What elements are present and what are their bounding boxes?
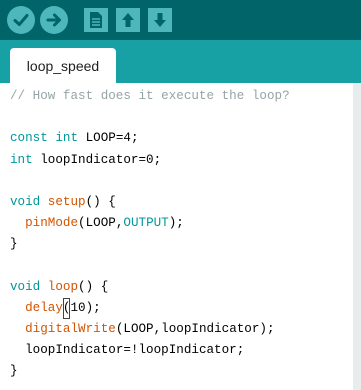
arrow-down-icon bbox=[154, 13, 166, 27]
save-button[interactable] bbox=[148, 8, 172, 32]
open-button[interactable] bbox=[116, 8, 140, 32]
code-text: () { bbox=[85, 194, 116, 209]
code-line-10: void loop() { bbox=[0, 277, 353, 298]
checkmark-icon bbox=[13, 14, 29, 26]
keyword-const: const bbox=[10, 131, 48, 146]
new-file-icon bbox=[90, 12, 102, 28]
arrow-right-icon bbox=[46, 13, 61, 27]
code-text: ); bbox=[168, 216, 184, 231]
keyword-void: void bbox=[10, 279, 41, 294]
code-text: LOOP=4; bbox=[78, 131, 139, 146]
function-loop: loop bbox=[47, 279, 79, 294]
keyword-int: int bbox=[55, 131, 79, 146]
upload-button[interactable] bbox=[40, 6, 68, 34]
function-setup: setup bbox=[47, 194, 86, 209]
code-text: loopIndicator=!loopIndicator; bbox=[25, 343, 245, 358]
code-line-6: void setup() { bbox=[0, 192, 353, 213]
code-text: (LOOP,loopIndicator); bbox=[115, 322, 275, 337]
code-line-12: digitalWrite(LOOP,loopIndicator); bbox=[0, 319, 353, 340]
code-line-14: } bbox=[10, 364, 18, 379]
function-digitalwrite: digitalWrite bbox=[25, 322, 116, 337]
tab-loop-speed[interactable]: loop_speed bbox=[10, 48, 116, 83]
code-line-3: const int LOOP=4; bbox=[0, 128, 353, 149]
constant-output: OUTPUT bbox=[123, 216, 169, 231]
code-text: 10 bbox=[70, 300, 86, 315]
function-delay: delay bbox=[25, 300, 63, 315]
code-line-7: pinMode(LOOP,OUTPUT); bbox=[0, 213, 353, 234]
code-line-13: loopIndicator=!loopIndicator; bbox=[0, 340, 353, 361]
code-editor[interactable]: // How fast does it execute the loop? co… bbox=[0, 83, 353, 390]
tab-bar: loop_speed bbox=[0, 40, 361, 83]
code-text: loopIndicator=0; bbox=[32, 152, 162, 167]
code-line-1: // How fast does it execute the loop? bbox=[10, 89, 290, 103]
toolbar bbox=[0, 0, 361, 40]
arrow-up-icon bbox=[122, 13, 134, 27]
keyword-void: void bbox=[10, 194, 41, 209]
function-pinmode: pinMode bbox=[25, 216, 79, 231]
code-text: () { bbox=[78, 279, 109, 294]
editor-container: // How fast does it execute the loop? co… bbox=[0, 83, 361, 390]
new-button[interactable] bbox=[84, 8, 108, 32]
keyword-int: int bbox=[10, 152, 33, 167]
code-line-8: } bbox=[10, 237, 18, 252]
code-line-11: delay(10); bbox=[0, 297, 353, 320]
code-text: (LOOP, bbox=[78, 216, 124, 231]
code-text: ); bbox=[85, 300, 101, 315]
code-line-4: int loopIndicator=0; bbox=[0, 150, 353, 171]
verify-button[interactable] bbox=[7, 6, 35, 34]
